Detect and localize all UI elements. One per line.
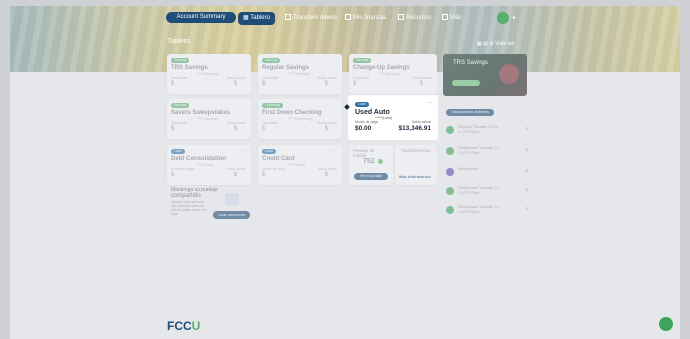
more-icon[interactable]: ··· [331, 148, 337, 154]
account-card[interactable]: Savings ··· TRS Savings *****(Savings) D… [167, 54, 251, 94]
more-icon[interactable]: ··· [240, 102, 246, 108]
top-nav: Account Summary ▦ Tablero Transferir din… [10, 12, 680, 26]
page-title: Tablero [167, 38, 190, 45]
account-pill[interactable]: Account Summary [166, 12, 236, 23]
resources-icon [398, 14, 404, 20]
tab-transferir[interactable]: Transferir dinero [285, 14, 337, 21]
create-account-button[interactable]: Crear una cuenta [213, 211, 250, 219]
recent-transactions-button[interactable]: Transacciones recientes [446, 109, 494, 116]
tab-mas[interactable]: Más [442, 14, 461, 21]
tab-tablero[interactable]: ▦ Tablero [238, 12, 275, 25]
list-item[interactable]: Withdrawal Transfer To 1.1275 Savi... $ [446, 204, 528, 222]
withdrawal-icon [446, 168, 454, 176]
credit-score-value: 752 [363, 158, 375, 165]
transfers-card[interactable]: Transferencias Más información [395, 145, 437, 185]
deposit-icon [446, 126, 454, 134]
withdrawal-icon [446, 187, 454, 195]
more-info-link[interactable]: Más información [399, 174, 431, 179]
account-card[interactable]: Savings ··· Change-Up Savings *****(Savi… [349, 54, 437, 94]
list-item[interactable]: Deposit Transfer From 1.1275 Savi... $ [446, 124, 528, 142]
account-card[interactable]: Loan ··· Debt Consolidation *****(Loan) … [167, 145, 251, 185]
promo-banner[interactable]: TRS Savings [443, 54, 527, 96]
tab-recursos[interactable]: Recursos [398, 14, 431, 21]
more-icon [442, 14, 448, 20]
account-card[interactable]: Loan ··· Credit Card *****(Loan) Monto d… [258, 145, 342, 185]
account-card[interactable]: Savings ··· Savers Sweepstakes *****(Sav… [167, 99, 251, 139]
grid-icon: ▦ ▤ ⚙ [477, 41, 496, 47]
list-item[interactable]: Withdrawal $ [446, 166, 528, 184]
link-account-card: Mantenga su puntaje compartido Agregue u… [167, 185, 251, 231]
account-card[interactable]: Checking ··· First Down Checking *****(C… [258, 99, 342, 139]
tab-finanzas[interactable]: Mis finanzas [345, 14, 386, 21]
page: Account Summary ▦ Tablero Transferir din… [10, 6, 680, 339]
check-icon [378, 159, 383, 164]
view-toggle[interactable]: ▦ ▤ ⚙ Vista del [477, 41, 514, 47]
footer-logo: FCCU [167, 319, 201, 333]
list-item[interactable]: Withdrawal Transfer To 1.1275 Savi... $ [446, 185, 528, 203]
more-icon[interactable]: ··· [426, 57, 432, 63]
more-icon[interactable]: ··· [240, 148, 246, 154]
promo-button[interactable] [452, 80, 480, 86]
more-icon[interactable]: ··· [331, 102, 337, 108]
piggy-bank-icon [499, 64, 519, 84]
more-icon[interactable]: ··· [331, 57, 337, 63]
finance-icon [345, 14, 351, 20]
list-item[interactable]: Withdrawal Transfer To 1.1276 Savi... $ [446, 145, 528, 163]
chart-icon [225, 193, 239, 205]
pointer-icon [344, 104, 350, 110]
more-icon[interactable]: ··· [240, 57, 246, 63]
withdrawal-icon [446, 147, 454, 155]
withdrawal-icon [446, 206, 454, 214]
account-card[interactable]: Savings ··· Regular Savings *****(Saving… [258, 54, 342, 94]
avatar[interactable] [497, 12, 509, 24]
highlighted-account-card[interactable]: Loan ··· Used Auto *****(Loan) Monto de … [344, 96, 437, 139]
credit-score-card[interactable]: Puntaje de crédito 752 Ver mi puntaje [349, 145, 393, 185]
transfer-icon [285, 14, 291, 20]
view-score-button[interactable]: Ver mi puntaje [354, 173, 388, 180]
more-icon[interactable]: ··· [426, 100, 432, 106]
chevron-right-icon[interactable]: ▸ [513, 14, 516, 21]
chat-icon[interactable] [659, 317, 673, 331]
